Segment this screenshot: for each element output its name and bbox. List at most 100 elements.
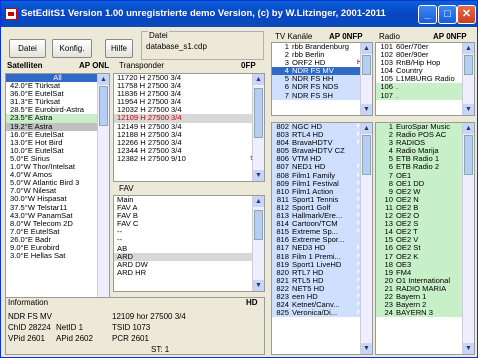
title-bar[interactable]: SetEditS1 Version 1.00 unregistrierte de… <box>1 1 477 27</box>
tv-channel-item[interactable]: 7 NDR FS SH <box>272 91 372 100</box>
tv-channel-item[interactable]: 821RTL5 HDHD$ <box>272 276 372 285</box>
transponder-item[interactable]: 12266 H 27500 3/4S <box>114 139 264 147</box>
satellite-item[interactable]: 28.5°E Eurobird-Astra <box>6 106 109 114</box>
tv-channel-item[interactable]: 806VTM HD$ <box>272 155 372 164</box>
radio-item[interactable]: 20 O1 International <box>376 276 474 285</box>
tv-channel-item[interactable]: 6 NDR FS NDS <box>272 83 372 92</box>
satellite-item[interactable]: 42.0°E Türksat <box>6 82 109 90</box>
tv-channel-item[interactable]: 803RTL4 HDHD$ <box>272 131 372 140</box>
radio-item[interactable]: 23 Bayern 2 <box>376 301 474 310</box>
satellite-item[interactable]: 8.0°W Telecom 2D <box>6 220 109 228</box>
radio-item[interactable]: 22 Bayern 1 <box>376 292 474 302</box>
radio-item[interactable]: 16 OE2 St <box>376 244 474 253</box>
satellite-scrollbar[interactable]: ▲▼ <box>97 74 109 321</box>
fav-item[interactable]: AB <box>114 245 264 253</box>
radio-item[interactable]: 104Country$ <box>376 67 474 75</box>
satellite-item[interactable]: 5.0°E Sirius <box>6 155 109 163</box>
tv-channel-item[interactable]: 825Veronica/Di...HD$ <box>272 309 372 318</box>
tv-channel-item[interactable]: 817NED3 HDHD$ <box>272 244 372 253</box>
fav-item[interactable]: ARD DW <box>114 261 264 269</box>
tv-channel-item[interactable]: 819Sport1 LiveHDHD$ <box>272 260 372 269</box>
tv-channel-list-bottom[interactable]: 802NGC HDHD$803RTL4 HDHD$804BravaHDTVHD$… <box>271 122 373 355</box>
konfig-button[interactable]: Konfig. <box>52 39 92 58</box>
radio-item[interactable]: 17 OE2 K <box>376 252 474 261</box>
tv-channel-item[interactable]: 818Film 1 Premi...HD$ <box>272 252 372 261</box>
radio-item[interactable]: 6 ETB Radio 2 <box>376 163 474 172</box>
satellite-item[interactable]: 37.5°W Telstar11 <box>6 204 109 212</box>
radio-item[interactable]: 11 OE2 B <box>376 203 474 213</box>
satellite-item[interactable]: 26.0°E Badr <box>6 236 109 244</box>
radio-item[interactable]: 103RnB/Hip Hop$ <box>376 59 474 67</box>
tv-channel-item[interactable]: 812Sport1 GolfHD$ <box>272 203 372 213</box>
radio-item[interactable]: 7 OE1 <box>376 171 474 180</box>
transponder-item[interactable]: 11758 H 27500 3/4S <box>114 82 264 90</box>
satellite-item[interactable]: 36.0°E EutelSat <box>6 90 109 98</box>
tv-channel-item[interactable]: 1 rbb Brandenburg <box>272 43 372 51</box>
satellite-item[interactable]: 4.0°W Amos <box>6 171 109 179</box>
radio-item[interactable]: 13 OE2 S <box>376 220 474 229</box>
radio-item[interactable]: 24 BAYERN 3 <box>376 309 474 318</box>
tv-channel-item[interactable]: 2 rbb Berlin <box>272 51 372 59</box>
tv-channel-item[interactable]: 3ORF2 HDHD$ <box>272 59 372 67</box>
radio-item[interactable]: 107. <box>376 91 474 100</box>
satellite-item[interactable]: 16.0°E EutelSat <box>6 131 109 139</box>
fav-scrollbar[interactable]: ▲ ▼ <box>252 196 264 291</box>
tv-channel-item[interactable]: 814Cartoon/TCMHD$ <box>272 220 372 229</box>
transponder-list[interactable]: 11720 H 27500 3/4S11758 H 27500 3/4S1183… <box>113 73 265 182</box>
radio-bottom-scrollbar[interactable]: ▲ ▼ <box>462 123 474 354</box>
satellite-item[interactable]: 5.0°W Atlantic Bird 3 <box>6 179 109 187</box>
tv-channel-item[interactable]: 820RTL7 HDHD$ <box>272 268 372 277</box>
satellite-item[interactable]: 3.0°E Hellas Sat <box>6 252 109 260</box>
tv-channel-item[interactable]: 805BravaHDTV CZHD <box>272 147 372 156</box>
fav-item[interactable]: Main <box>114 196 264 204</box>
fav-item[interactable]: FAV B <box>114 212 264 220</box>
tv-channel-item[interactable]: 824Ketnet/Canv...HD$ <box>272 301 372 310</box>
radio-item[interactable]: 8 OE1 DD <box>376 179 474 188</box>
radio-item[interactable]: 15 OE2 V <box>376 236 474 245</box>
transponder-item[interactable]: 12188 H 27500 3/4S <box>114 131 264 139</box>
tv-channel-item[interactable]: 809Film1 FestivalHD$ <box>272 179 372 188</box>
fav-item[interactable]: -- <box>114 236 264 244</box>
tv-channel-item[interactable]: 813Hallmark/Ere...HD$ <box>272 212 372 221</box>
satellite-item[interactable]: 19.2°E Astra <box>6 122 109 131</box>
satellite-item[interactable]: 30.0°W Hispasat <box>6 195 109 203</box>
tv-channel-list-top[interactable]: 1rbb Brandenburg2rbb Berlin3ORF2 HDHD$4N… <box>271 42 373 116</box>
tv-channel-item[interactable]: 808Film1 FamilyHD$ <box>272 171 372 180</box>
satellite-item[interactable]: All <box>6 74 109 83</box>
radio-list-top[interactable]: 10160er/70er10280er/90er103RnB/Hip Hop$1… <box>375 42 475 116</box>
satellite-item[interactable]: 23.5°E Astra <box>6 114 109 123</box>
tv-channel-item[interactable]: 815Extreme Sp...HD$ <box>272 228 372 237</box>
radio-item[interactable]: 101 60er/70er <box>376 43 474 51</box>
fav-item[interactable]: FAV A <box>114 204 264 212</box>
satellite-item[interactable]: 1.0°W Thor/Intelsat <box>6 163 109 171</box>
transponder-item[interactable]: 12109 H 27500 3/4S <box>114 114 264 123</box>
satellite-item[interactable]: 13.0°E Hot Bird <box>6 139 109 147</box>
tv-bottom-scrollbar[interactable]: ▲ ▼ <box>360 123 372 354</box>
transponder-item[interactable]: 12382 H 27500 9/10S20 <box>114 155 264 163</box>
transponder-item[interactable]: 12344 H 27500 3/4S <box>114 147 264 155</box>
maximize-icon[interactable]: □ <box>438 5 457 24</box>
transponder-item[interactable]: 11720 H 27500 3/4S <box>114 74 264 82</box>
radio-item[interactable]: 10 OE2 N <box>376 195 474 204</box>
radio-item[interactable]: 12 OE2 O <box>376 212 474 221</box>
radio-top-scrollbar[interactable]: ▲ ▼ <box>462 43 474 115</box>
radio-item[interactable]: 4 Radio Marija <box>376 147 474 156</box>
satellite-item[interactable]: 10.0°E EutelSat <box>6 147 109 155</box>
satellite-item[interactable]: 31.3°E Türksat <box>6 98 109 106</box>
radio-item[interactable]: 105 L1MBURG Radio <box>376 75 474 83</box>
minimize-icon[interactable]: _ <box>418 5 437 24</box>
tv-channel-item[interactable]: 802NGC HDHD$ <box>272 123 372 132</box>
fav-item[interactable]: ARD HR <box>114 269 264 277</box>
tv-channel-item[interactable]: 816Extreme Spor...HD <box>272 236 372 245</box>
satellite-item[interactable]: 7.0°W Nilesat <box>6 187 109 195</box>
radio-list-bottom[interactable]: 1 EuroSpar Music 2 Radio POS AC 3 RADIOS 4 Radi… <box>375 122 475 355</box>
satellite-item[interactable]: 9.0°E Eurobird <box>6 244 109 252</box>
tv-channel-item[interactable]: 822NET5 HDHD$ <box>272 284 372 293</box>
tv-channel-item[interactable]: 4 NDR FS MV <box>272 67 372 76</box>
fav-item[interactable]: FAV C <box>114 220 264 228</box>
radio-item[interactable]: 106. <box>376 83 474 92</box>
tv-top-scrollbar[interactable]: ▲ ▼ <box>360 43 372 115</box>
tv-channel-item[interactable]: 807NED1 HDHD$ <box>272 163 372 172</box>
radio-item[interactable]: 9 OE2 W <box>376 187 474 196</box>
transponder-item[interactable]: 11954 H 27500 3/4S <box>114 98 264 106</box>
